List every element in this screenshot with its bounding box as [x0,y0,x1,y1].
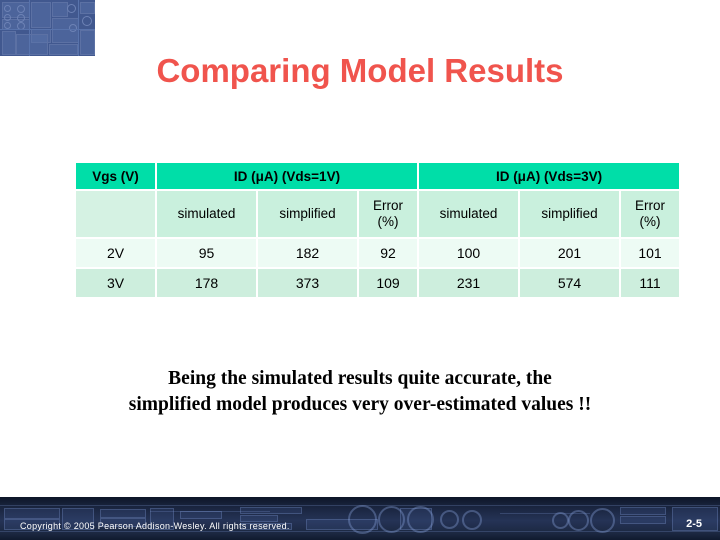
table-subheader-row: simulated simplified Error (%) simulated… [76,191,680,237]
page-number: 2-5 [686,518,702,530]
cell-simp1-0: 182 [258,239,357,267]
cell-err2-1: 111 [621,269,680,297]
cell-err1-1: 109 [359,269,418,297]
cell-sim1-0: 95 [157,239,256,267]
header-id-vds1: ID (μA) (Vds=1V) [157,163,418,189]
cell-sim2-0: 100 [419,239,519,267]
conclusion-text: Being the simulated results quite accura… [50,366,670,417]
footer-circuit-band [0,497,720,540]
copyright-notice: Copyright © 2005 Pearson Addison-Wesley.… [20,521,290,531]
table-row: 3V 178 373 109 231 574 111 [76,269,680,297]
subheader-error-vds3: Error (%) [621,191,680,237]
conclusion-line-2: simplified model produces very over-esti… [128,393,592,415]
subheader-error-vds1-line2: (%) [377,214,399,229]
header-id-vds3: ID (μA) (Vds=3V) [419,163,680,189]
cell-simp2-0: 201 [520,239,620,267]
table-row: 2V 95 182 92 100 201 101 [76,239,680,267]
subheader-error-vds1-line1: Error [373,198,403,214]
subheader-blank [76,191,155,237]
model-results-table: Vgs (V) ID (μA) (Vds=1V) ID (μA) (Vds=3V… [74,161,681,299]
cell-simp2-1: 574 [520,269,620,297]
subheader-simplified-vds3: simplified [520,191,620,237]
subheader-error-vds3-line2: (%) [639,214,661,229]
subheader-simplified-vds1: simplified [258,191,357,237]
subheader-simulated-vds3: simulated [419,191,519,237]
subheader-simulated-vds1: simulated [157,191,256,237]
cell-simp1-1: 373 [258,269,357,297]
cell-vgs-1: 3V [76,269,155,297]
page-title: Comparing Model Results [156,52,564,89]
subheader-error-vds1: Error (%) [359,191,418,237]
cell-vgs-0: 2V [76,239,155,267]
conclusion-line-1: Being the simulated results quite accura… [168,368,552,389]
header-vgs: Vgs (V) [76,163,155,189]
subheader-error-vds3-line1: Error [635,198,666,214]
cell-err1-0: 92 [359,239,418,267]
cell-sim2-1: 231 [419,269,519,297]
cell-err2-0: 101 [621,239,680,267]
cell-sim1-1: 178 [157,269,256,297]
table-group-header-row: Vgs (V) ID (μA) (Vds=1V) ID (μA) (Vds=3V… [76,163,680,189]
circuit-board-graphic [0,0,95,56]
